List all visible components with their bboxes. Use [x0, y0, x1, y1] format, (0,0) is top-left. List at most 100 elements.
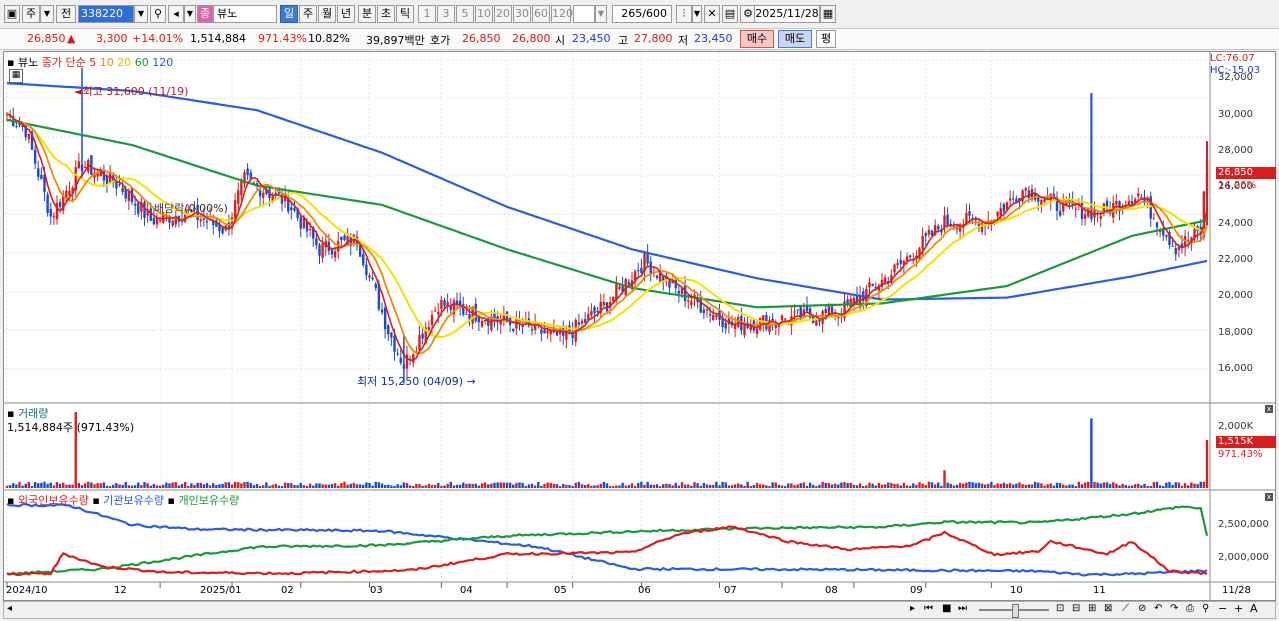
candle-body [158, 220, 162, 222]
volume-bar [605, 483, 609, 488]
table-view-icon[interactable]: ▦ [9, 69, 23, 83]
volume-bar [424, 485, 427, 488]
save-icon[interactable]: ▤ [722, 5, 738, 23]
chart-scrollbar[interactable]: ◂ ▸ ⏮ ■ ⏭ ⊡ ⊟ ⊞ ⊠ ⟋ ⊘ ↶ ↷ ⎙ ⚲ − + A [3, 601, 1276, 619]
stock-name-field[interactable]: 뷰노 [213, 5, 277, 23]
volume-bar [874, 485, 877, 488]
date-field[interactable]: 2025/11/28 [754, 5, 820, 23]
interval-5[interactable]: 5 [456, 5, 474, 23]
zoom-slider-thumb[interactable] [1012, 604, 1019, 618]
line-tool-icon[interactable]: ⟋ [1122, 603, 1129, 614]
interval-3[interactable]: 3 [437, 5, 455, 23]
volume-bar [149, 485, 152, 488]
print-icon[interactable]: ⎙ [1186, 603, 1194, 614]
tab-year[interactable]: 년 [337, 5, 355, 23]
eval-button[interactable]: 평 [816, 30, 836, 48]
legend-institution-holding: 기관보유수량 [103, 494, 165, 507]
custom-interval-dropdown-icon[interactable]: ▼ [595, 5, 607, 23]
search-icon[interactable]: ⚲ [150, 5, 166, 23]
speaker-icon[interactable]: ◂ [168, 5, 184, 23]
data-count-field[interactable]: 265/600 [612, 5, 672, 23]
zoom-fit-icon[interactable]: ⊡ [1056, 603, 1064, 614]
tab-minute[interactable]: 분 [358, 5, 376, 23]
code-dropdown-icon[interactable]: ▼ [134, 5, 148, 23]
volume-bar [1021, 484, 1024, 488]
last-page-icon[interactable]: ⏭ [958, 603, 967, 614]
interval-30[interactable]: 30 [513, 5, 531, 23]
zoom-out-icon[interactable]: − [1218, 602, 1227, 615]
candle-body [646, 253, 649, 264]
scroll-left-icon[interactable]: ◂ [7, 603, 12, 614]
high-price: 27,800 [634, 32, 673, 45]
interval-10[interactable]: 10 [475, 5, 493, 23]
interval-120[interactable]: 120 [551, 5, 573, 23]
volume-bar [271, 484, 274, 488]
speaker-dropdown-icon[interactable]: ▼ [184, 5, 196, 23]
scroll-right-icon[interactable]: ▸ [910, 603, 915, 614]
tab-tick[interactable]: 틱 [396, 5, 414, 23]
grid-icon[interactable]: ⊞ [1088, 603, 1096, 614]
volume-bar [1102, 482, 1106, 488]
volume-bar [412, 485, 415, 488]
volume-bar [524, 485, 527, 488]
pane-handle-icon[interactable]: ▪ [7, 56, 14, 69]
volume-bar [1049, 483, 1052, 488]
volume-bar [833, 483, 837, 488]
undo-icon[interactable]: ↶ [1154, 603, 1162, 614]
interval-60[interactable]: 60 [532, 5, 550, 23]
min-price-label: 최저 15,250 (04/09) → [357, 375, 476, 388]
tab-month[interactable]: 월 [318, 5, 336, 23]
tab-day[interactable]: 일 [280, 5, 298, 23]
magnify-icon[interactable]: ⚲ [1202, 603, 1209, 614]
volume-bar [824, 482, 827, 488]
pane-handle-icon[interactable]: ▪ [168, 494, 175, 507]
x-label-06: 06 [638, 585, 651, 596]
period-icon[interactable]: ⊠ [1104, 603, 1112, 614]
candle-type-dropdown-icon[interactable]: ▼ [692, 5, 702, 23]
first-page-icon[interactable]: ⏮ [924, 603, 933, 614]
pane-handle-icon[interactable]: ▪ [92, 494, 99, 507]
candle-body [358, 245, 362, 257]
holding-pane-close-icon[interactable]: x [1265, 493, 1273, 501]
volume-bar [268, 485, 271, 488]
stock-code-input[interactable]: 338220 [78, 5, 134, 23]
volume-bar [830, 484, 834, 488]
candle-body [755, 328, 759, 334]
custom-interval-input[interactable] [573, 5, 595, 23]
tab-second[interactable]: 초 [377, 5, 395, 23]
text-tool-icon[interactable]: A [1250, 602, 1258, 615]
calendar-icon[interactable]: ▦ [820, 5, 836, 23]
stop-icon[interactable]: ■ [942, 603, 951, 614]
interval-20[interactable]: 20 [494, 5, 512, 23]
candle-type-icon[interactable]: ⫶ [676, 5, 692, 23]
erase-tool-icon[interactable]: ⊘ [1138, 603, 1146, 614]
zoom-in-icon[interactable]: + [1234, 602, 1243, 615]
volume-pane-close-icon[interactable]: x [1265, 405, 1273, 413]
candle-body [927, 229, 931, 235]
x-label-11: 11 [1093, 585, 1106, 596]
volume-bar [1180, 485, 1184, 488]
prev-button[interactable]: 전 [56, 5, 76, 23]
volume-bar [999, 483, 1002, 488]
sell-button[interactable]: 매도 [778, 30, 812, 48]
tab-week[interactable]: 주 [299, 5, 317, 23]
chart-container[interactable]: ▪ 뷰노 종가 단순 5 10 20 60 120 ▦ LC:76.07 HC:… [3, 51, 1276, 601]
crosshair-icon[interactable]: ✕ [704, 5, 720, 23]
window-menu-icon[interactable]: ▣ [4, 5, 20, 23]
period-unit-select[interactable]: 주 [22, 5, 40, 23]
chart-canvas[interactable] [4, 52, 1275, 600]
volume-bar [721, 481, 724, 488]
pane-handle-icon[interactable]: ▪ [7, 494, 14, 507]
volume-bar [815, 486, 818, 488]
zoom-range-icon[interactable]: ⊟ [1072, 603, 1080, 614]
redo-icon[interactable]: ↷ [1170, 603, 1178, 614]
chevron-down-icon[interactable]: ▼ [40, 5, 54, 23]
bid-label: 호가 [430, 34, 451, 47]
buy-button[interactable]: 매수 [740, 30, 774, 48]
volume-bar [140, 485, 143, 488]
volume-bar [493, 482, 496, 488]
candle-body [743, 325, 746, 336]
volume-bar [1190, 482, 1193, 488]
interval-1[interactable]: 1 [418, 5, 436, 23]
volume-bar [627, 485, 631, 488]
